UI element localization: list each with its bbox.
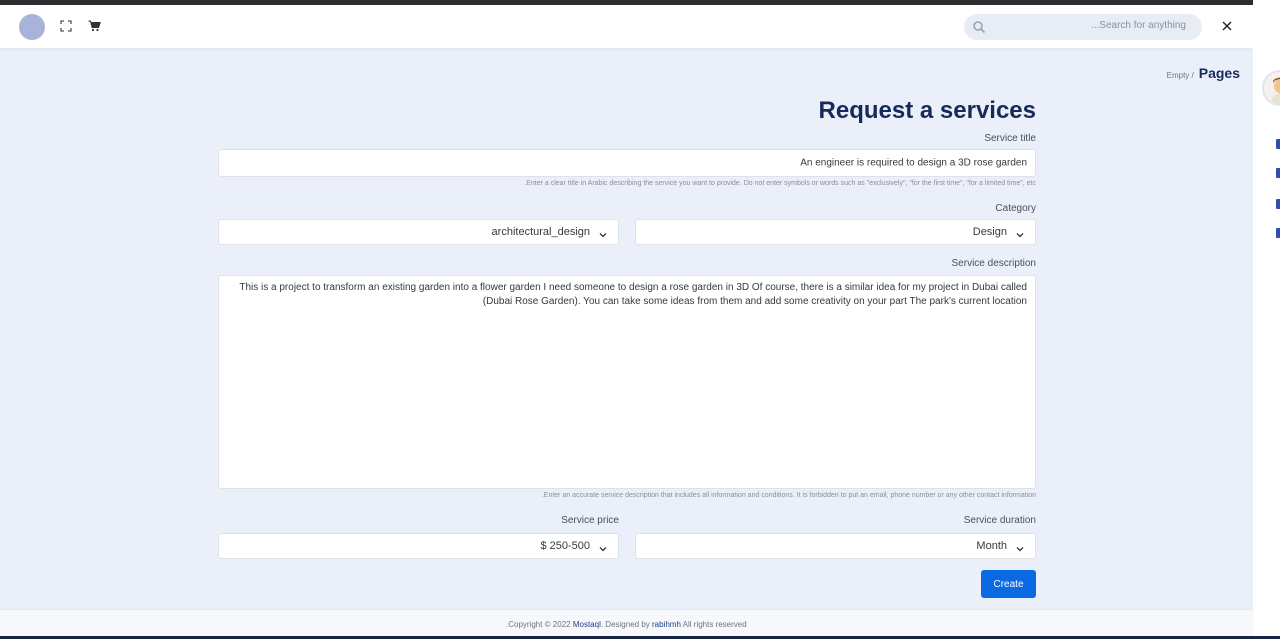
service-title-help: .Enter a clear title in Arabic describin… bbox=[524, 180, 1036, 187]
chevron-down-icon bbox=[598, 541, 608, 552]
search-icon bbox=[972, 20, 986, 34]
copyright-prefix: .Copyright © 2022 bbox=[506, 620, 573, 629]
service-title-value: An engineer is required to design a 3D r… bbox=[800, 157, 1027, 169]
right-side-panel bbox=[1253, 0, 1280, 639]
subcategory-selected-value: architectural_design bbox=[491, 226, 590, 238]
copyright-suffix: All rights reserved bbox=[680, 620, 747, 629]
breadcrumb: Empty / Pages bbox=[1167, 65, 1240, 81]
basket-icon[interactable] bbox=[1276, 199, 1280, 209]
brand-link[interactable]: Mostaql bbox=[573, 620, 601, 629]
document-icon[interactable] bbox=[1276, 168, 1280, 178]
subcategory-select[interactable]: architectural_design bbox=[218, 219, 619, 245]
page-title: Request a services bbox=[818, 97, 1036, 124]
service-price-value: $ 250-500 bbox=[540, 540, 590, 552]
service-title-label: Service title bbox=[984, 133, 1036, 144]
breadcrumb-parent[interactable]: Empty / bbox=[1167, 71, 1194, 80]
service-description-label: Service description bbox=[951, 258, 1036, 269]
chevron-down-icon bbox=[1015, 541, 1025, 552]
top-header: ...Search for anything bbox=[0, 5, 1253, 48]
service-duration-select[interactable]: Month bbox=[635, 533, 1036, 559]
dollar-icon[interactable] bbox=[1276, 228, 1280, 238]
user-avatar[interactable] bbox=[19, 14, 45, 40]
service-title-input[interactable]: An engineer is required to design a 3D r… bbox=[218, 149, 1036, 177]
profile-avatar-icon[interactable] bbox=[1262, 70, 1280, 106]
chevron-down-icon bbox=[598, 227, 608, 238]
grid-icon[interactable] bbox=[1276, 139, 1280, 149]
search-input[interactable]: ...Search for anything bbox=[964, 14, 1202, 40]
breadcrumb-current: Pages bbox=[1198, 65, 1240, 81]
footer: .Copyright © 2022 Mostaql. Designed by r… bbox=[0, 609, 1253, 639]
cart-icon[interactable] bbox=[86, 18, 102, 34]
service-price-label: Service price bbox=[561, 515, 619, 526]
create-button[interactable]: Create bbox=[981, 570, 1036, 598]
category-selected-value: Design bbox=[972, 226, 1007, 238]
service-description-help: .Enter an accurate service description t… bbox=[541, 492, 1036, 499]
service-description-textarea[interactable]: This is a project to transform an existi… bbox=[218, 275, 1036, 489]
service-duration-value: Month bbox=[976, 540, 1007, 552]
search-placeholder: ...Search for anything bbox=[1090, 20, 1186, 31]
copyright-middle: . Designed by bbox=[600, 620, 652, 629]
category-label: Category bbox=[995, 203, 1036, 214]
service-duration-label: Service duration bbox=[963, 515, 1036, 526]
service-description-value: This is a project to transform an existi… bbox=[239, 282, 1027, 307]
fullscreen-icon[interactable] bbox=[58, 18, 74, 34]
chevron-down-icon bbox=[1015, 227, 1025, 238]
category-select[interactable]: Design bbox=[635, 219, 1036, 245]
copyright-text: .Copyright © 2022 Mostaql. Designed by r… bbox=[506, 620, 747, 629]
service-price-select[interactable]: $ 250-500 bbox=[218, 533, 619, 559]
close-icon[interactable] bbox=[1219, 18, 1235, 34]
designer-link[interactable]: rabihmh bbox=[652, 620, 681, 629]
